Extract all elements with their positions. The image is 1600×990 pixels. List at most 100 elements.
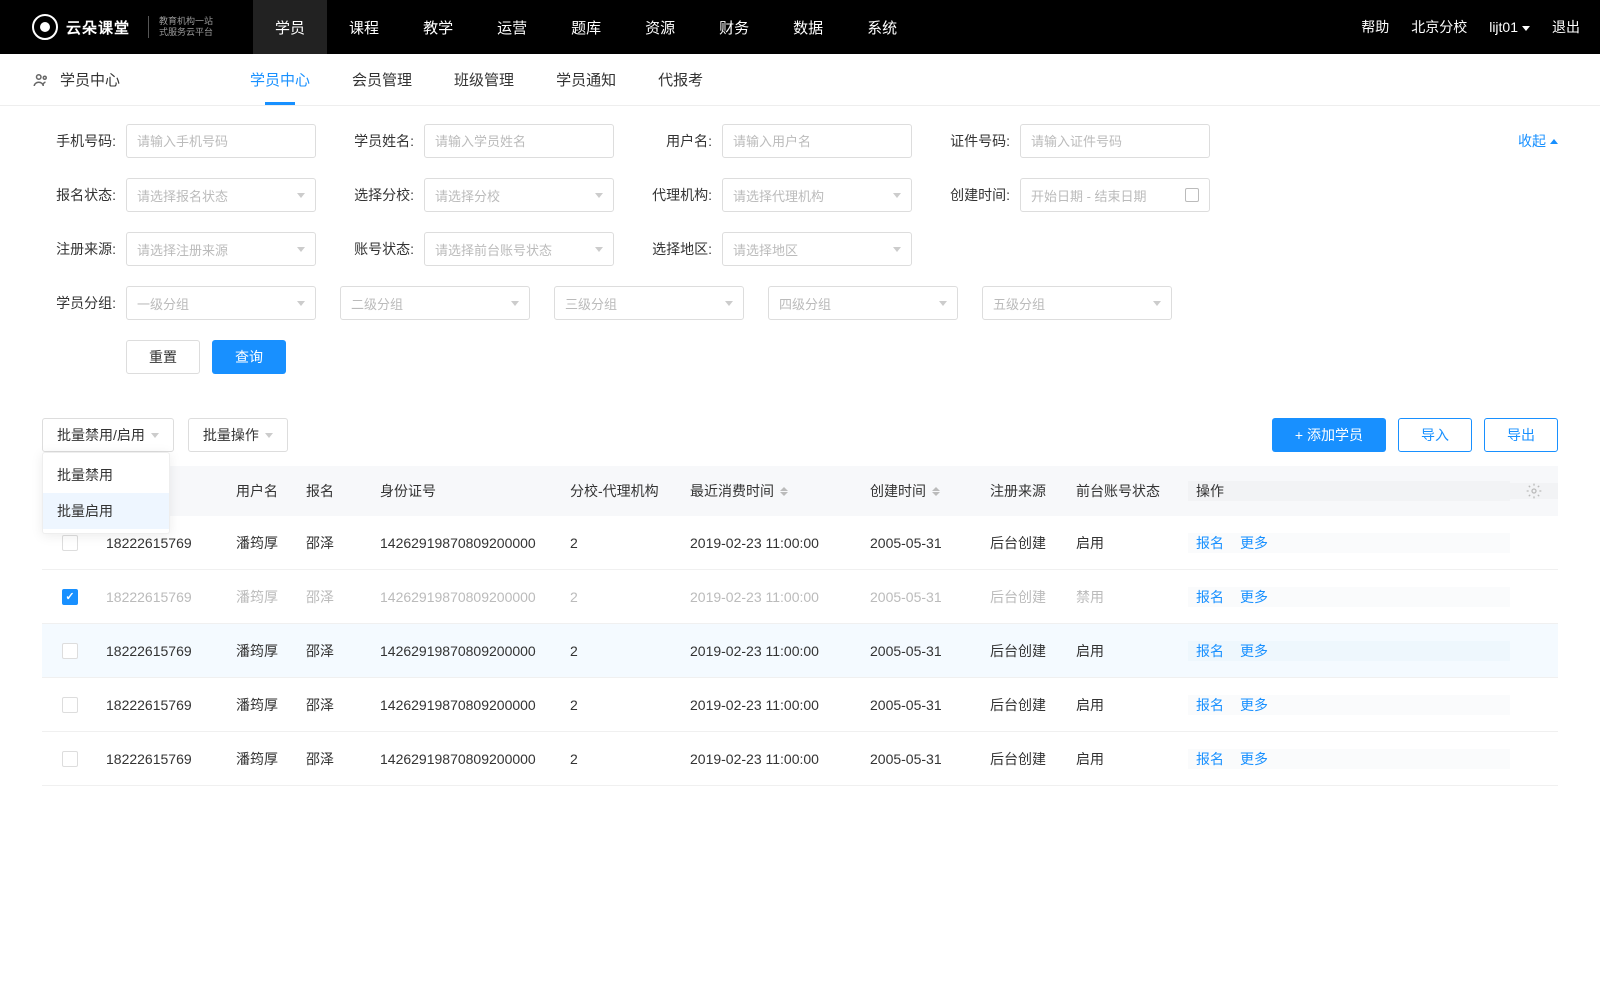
cell-consume: 2019-02-23 11:00:00 <box>682 535 862 551</box>
subnav-tab[interactable]: 会员管理 <box>352 54 412 105</box>
more-link[interactable]: 更多 <box>1240 641 1268 661</box>
mainnav-item[interactable]: 题库 <box>549 0 623 54</box>
filter-username-input[interactable] <box>722 124 912 158</box>
mainnav-item[interactable]: 资源 <box>623 0 697 54</box>
cell-reg: 邵泽 <box>298 749 372 769</box>
row-checkbox[interactable] <box>62 751 78 767</box>
row-checkbox[interactable] <box>62 535 78 551</box>
filter-idno-input[interactable] <box>1020 124 1210 158</box>
cell-phone: 18222615769 <box>98 535 228 551</box>
col-source-header[interactable]: 注册来源 <box>982 481 1068 501</box>
filter-username-label: 用户名: <box>638 131 712 151</box>
filter-createtime-picker[interactable]: 开始日期 - 结束日期 <box>1020 178 1210 212</box>
batch-toggle-dropdown[interactable]: 批量禁用/启用 <box>42 418 174 452</box>
cell-reg: 邵泽 <box>298 641 372 661</box>
table-row: 18222615769潘筠厚邵泽142629198708092000002201… <box>42 570 1558 624</box>
chevron-down-icon <box>595 247 603 252</box>
signup-link[interactable]: 报名 <box>1196 749 1224 769</box>
import-button[interactable]: 导入 <box>1398 418 1472 452</box>
user-menu[interactable]: lijt01 <box>1489 19 1530 35</box>
cell-source: 后台创建 <box>982 587 1068 607</box>
subnav-tab[interactable]: 班级管理 <box>454 54 514 105</box>
filter-group1-select[interactable]: 一级分组 <box>126 286 316 320</box>
signup-link[interactable]: 报名 <box>1196 533 1224 553</box>
page-title-group: 学员中心 <box>32 69 120 90</box>
col-status-header[interactable]: 前台账号状态 <box>1068 481 1188 501</box>
chevron-down-icon <box>511 301 519 306</box>
filter-agency-select[interactable]: 请选择代理机构 <box>722 178 912 212</box>
cell-source: 后台创建 <box>982 641 1068 661</box>
more-link[interactable]: 更多 <box>1240 533 1268 553</box>
row-checkbox[interactable] <box>62 697 78 713</box>
chevron-down-icon <box>939 301 947 306</box>
mainnav-item[interactable]: 数据 <box>771 0 845 54</box>
signup-link[interactable]: 报名 <box>1196 641 1224 661</box>
col-school-header[interactable]: 分校-代理机构 <box>562 481 682 501</box>
export-button[interactable]: 导出 <box>1484 418 1558 452</box>
cell-reg: 邵泽 <box>298 587 372 607</box>
signup-link[interactable]: 报名 <box>1196 695 1224 715</box>
table-row: 18222615769潘筠厚邵泽142629198708092000002201… <box>42 732 1558 786</box>
col-username-header[interactable]: 用户名 <box>228 481 298 501</box>
col-idno-header[interactable]: 身份证号 <box>372 481 562 501</box>
filter-region-select[interactable]: 请选择地区 <box>722 232 912 266</box>
dropdown-option[interactable]: 批量启用 <box>43 493 169 529</box>
cell-idno: 14262919870809200000 <box>372 589 562 605</box>
dropdown-option[interactable]: 批量禁用 <box>43 457 169 493</box>
filter-school-select[interactable]: 请选择分校 <box>424 178 614 212</box>
col-consume-header[interactable]: 最近消费时间 <box>682 481 862 501</box>
mainnav-item[interactable]: 运营 <box>475 0 549 54</box>
filter-regsource-label: 注册来源: <box>42 239 116 259</box>
col-reg-header[interactable]: 报名 <box>298 481 372 501</box>
collapse-filters-link[interactable]: 收起 <box>1518 131 1558 151</box>
filter-group3-select[interactable]: 三级分组 <box>554 286 744 320</box>
table-row: 18222615769潘筠厚邵泽142629198708092000002201… <box>42 678 1558 732</box>
filter-group5-select[interactable]: 五级分组 <box>982 286 1172 320</box>
filter-group-label: 学员分组: <box>42 293 116 313</box>
cell-username: 潘筠厚 <box>228 587 298 607</box>
cell-username: 潘筠厚 <box>228 533 298 553</box>
mainnav-item[interactable]: 财务 <box>697 0 771 54</box>
students-table: 用户名 报名 身份证号 分校-代理机构 最近消费时间 创建时间 注册来源 前台账… <box>42 466 1558 786</box>
mainnav-item[interactable]: 系统 <box>845 0 919 54</box>
cell-idno: 14262919870809200000 <box>372 751 562 767</box>
more-link[interactable]: 更多 <box>1240 695 1268 715</box>
row-checkbox[interactable] <box>62 643 78 659</box>
cell-create: 2005-05-31 <box>862 535 982 551</box>
chevron-down-icon <box>297 301 305 306</box>
filter-phone-input[interactable] <box>126 124 316 158</box>
branch-link[interactable]: 北京分校 <box>1411 17 1467 37</box>
cell-status: 启用 <box>1068 533 1188 553</box>
filter-group2-select[interactable]: 二级分组 <box>340 286 530 320</box>
filter-idno-label: 证件号码: <box>936 131 1010 151</box>
more-link[interactable]: 更多 <box>1240 749 1268 769</box>
add-student-button[interactable]: + 添加学员 <box>1272 418 1386 452</box>
subnav-tab[interactable]: 学员通知 <box>556 54 616 105</box>
mainnav-item[interactable]: 教学 <box>401 0 475 54</box>
mainnav-item[interactable]: 学员 <box>253 0 327 54</box>
reset-button[interactable]: 重置 <box>126 340 200 374</box>
batch-ops-dropdown[interactable]: 批量操作 <box>188 418 288 452</box>
logout-link[interactable]: 退出 <box>1552 17 1580 37</box>
calendar-icon <box>1185 188 1199 202</box>
filter-group4-select[interactable]: 四级分组 <box>768 286 958 320</box>
filter-accstatus-select[interactable]: 请选择前台账号状态 <box>424 232 614 266</box>
subnav-tab[interactable]: 代报考 <box>658 54 703 105</box>
subnav-tab[interactable]: 学员中心 <box>250 54 310 105</box>
mainnav-item[interactable]: 课程 <box>327 0 401 54</box>
more-link[interactable]: 更多 <box>1240 587 1268 607</box>
row-checkbox[interactable] <box>62 589 78 605</box>
filter-regstatus-select[interactable]: 请选择报名状态 <box>126 178 316 212</box>
help-link[interactable]: 帮助 <box>1361 17 1389 37</box>
table-settings[interactable] <box>1510 483 1558 499</box>
page-title: 学员中心 <box>60 69 120 90</box>
cloud-icon <box>32 14 58 40</box>
filter-name-label: 学员姓名: <box>340 131 414 151</box>
filter-name-input[interactable] <box>424 124 614 158</box>
signup-link[interactable]: 报名 <box>1196 587 1224 607</box>
cell-actions: 报名更多 <box>1188 533 1510 553</box>
search-button[interactable]: 查询 <box>212 340 286 374</box>
cell-reg: 邵泽 <box>298 695 372 715</box>
col-create-header[interactable]: 创建时间 <box>862 481 982 501</box>
filter-regsource-select[interactable]: 请选择注册来源 <box>126 232 316 266</box>
